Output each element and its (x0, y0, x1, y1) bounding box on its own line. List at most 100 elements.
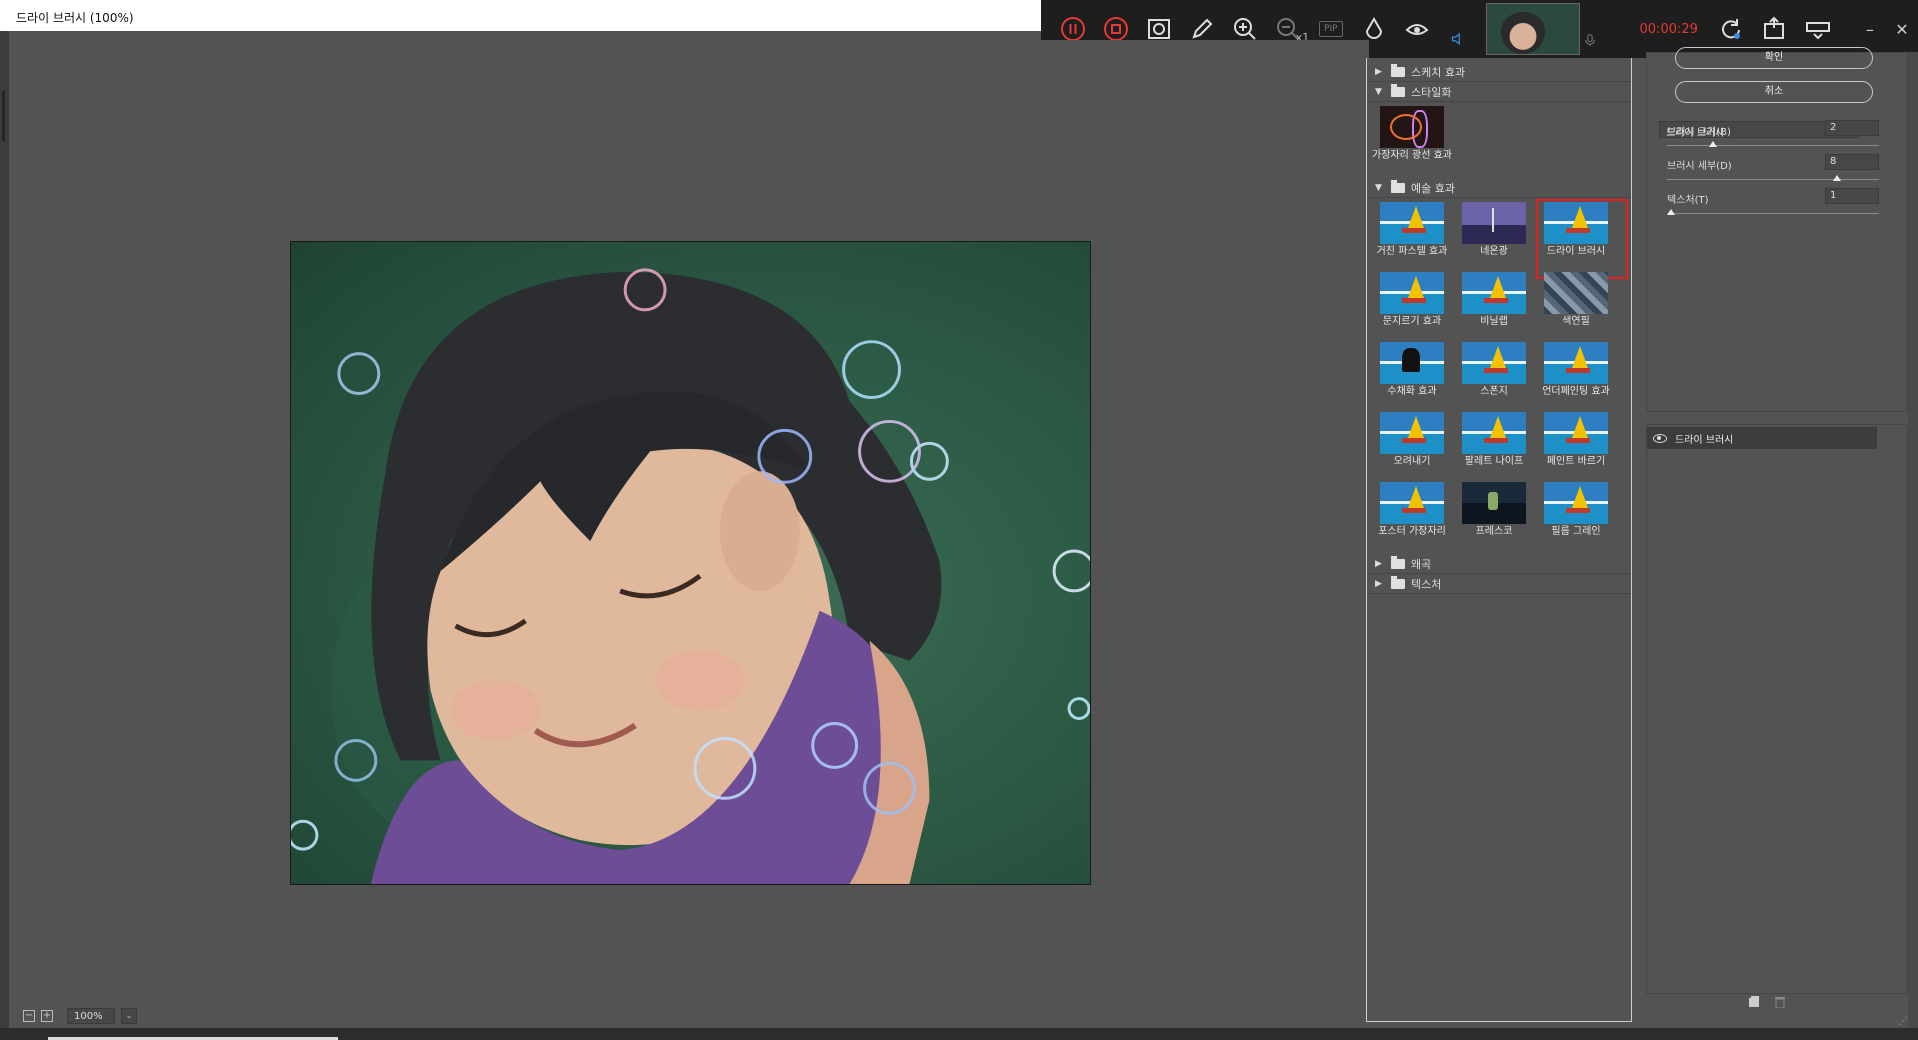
expand-down-icon: ▼ (1375, 86, 1382, 97)
expand-down-icon: ▼ (1375, 182, 1382, 193)
filter-thumbnail[interactable]: 오려내기 (1371, 412, 1453, 482)
new-layer-icon[interactable] (1748, 996, 1760, 1008)
filter-preview-image (1462, 272, 1526, 314)
filter-preview-image (1462, 412, 1526, 454)
minimize-button[interactable]: – (1854, 20, 1886, 39)
zoom-in-icon (1233, 18, 1256, 40)
trash-icon[interactable] (1774, 996, 1786, 1008)
filter-preview-image (1380, 412, 1444, 454)
cancel-button[interactable]: 취소 (1675, 81, 1873, 103)
close-button[interactable]: ✕ (1886, 20, 1918, 39)
folder-icon (1391, 575, 1405, 589)
filter-thumbnail[interactable]: 문지르기 효과 (1371, 272, 1453, 342)
resize-grip-icon[interactable]: ⋰ (1898, 1016, 1908, 1027)
filter-preview-image (1462, 202, 1526, 244)
ok-button[interactable]: 확인 (1675, 47, 1873, 69)
audio-button[interactable] (1448, 0, 1468, 58)
folder-icon (1391, 63, 1405, 77)
filter-preview-image (1544, 272, 1608, 314)
cursor-effect-icon (1365, 17, 1382, 39)
category-row[interactable]: ▼ 예술 효과 (1367, 178, 1631, 198)
status-bar: − + 100% ⌄ (9, 1004, 1369, 1028)
filter-label: 문지르기 효과 (1382, 316, 1442, 327)
category-row[interactable]: ▶ 텍스처 (1367, 574, 1631, 594)
filter-label: 거친 파스텔 효과 (1376, 246, 1448, 257)
filter-preview-image (1462, 342, 1526, 384)
filter-thumbnail[interactable]: 색연필 (1535, 272, 1617, 342)
slider-knob-icon[interactable] (1667, 209, 1675, 215)
filter-thumbnail[interactable]: 포스터 가장자리 (1371, 482, 1453, 552)
export-icon (1764, 16, 1784, 39)
folder-icon (1391, 179, 1405, 193)
zoom-level-field[interactable]: 100% (67, 1008, 115, 1024)
param-row: 브러시 세부(D) 8 (1667, 154, 1879, 191)
eye-icon[interactable] (1653, 433, 1667, 443)
filter-thumbnail[interactable]: 드라이 브러시 (1535, 199, 1628, 279)
effect-layers-panel: 드라이 브러시 (1646, 424, 1908, 994)
category-label: 스케치 효과 (1411, 65, 1466, 79)
expand-right-icon: ▶ (1375, 66, 1382, 77)
filter-thumbnail[interactable]: 스폰지 (1453, 342, 1535, 412)
zoom-out-small-button[interactable]: − (23, 1010, 35, 1022)
category-row[interactable]: ▼ 스타일화 (1367, 82, 1631, 102)
filter-label: 색연필 (1562, 316, 1590, 327)
keyboard-icon (1806, 22, 1830, 40)
param-slider-track[interactable] (1667, 145, 1879, 146)
filter-thumbnail[interactable]: 언더페인팅 효과 (1535, 342, 1617, 412)
filter-preview-image (1462, 482, 1526, 524)
param-row: 텍스처(T) 1 (1667, 188, 1879, 225)
filter-label: 가장자리 광선 효과 (1372, 150, 1452, 161)
layer-footer (1748, 996, 1786, 1008)
eye-effect-button[interactable] (1395, 0, 1438, 58)
filter-thumbnail[interactable]: 팔레트 나이프 (1453, 412, 1535, 482)
filter-label: 언더페인팅 효과 (1542, 386, 1610, 397)
category-label: 왜곡 (1411, 557, 1432, 571)
filter-thumbnail[interactable]: 페인트 바르기 (1535, 412, 1617, 482)
mic-icon (1584, 34, 1595, 46)
canvas-workspace (9, 40, 1369, 1020)
filter-preview-image (1544, 202, 1608, 244)
param-value-input[interactable]: 2 (1825, 120, 1879, 136)
effect-layer-row[interactable]: 드라이 브러시 (1647, 427, 1877, 449)
filter-thumbnail[interactable]: 네온광 (1453, 202, 1535, 272)
filter-label: 스폰지 (1480, 386, 1508, 397)
left-edge-strip (0, 31, 9, 1040)
category-row[interactable]: ▶ 스케치 효과 (1367, 62, 1631, 82)
expand-right-icon: ▶ (1375, 578, 1382, 589)
mic-button[interactable] (1580, 0, 1600, 58)
filter-preview-image (1380, 272, 1444, 314)
filter-preview-image (1544, 482, 1608, 524)
filter-label: 포스터 가장자리 (1378, 526, 1446, 537)
filter-properties-panel: 확인 취소 드라이 브러시 ⌄ 브러시 크기(B)2브러시 세부(D)8텍스처(… (1646, 47, 1908, 412)
slider-knob-icon[interactable] (1708, 141, 1717, 147)
pause-icon (1060, 17, 1085, 41)
filter-label: 비닐랩 (1480, 316, 1508, 327)
param-label: 브러시 크기(B) (1667, 127, 1731, 138)
param-slider-track[interactable] (1667, 213, 1879, 214)
pip-icon: PIP (1319, 21, 1343, 37)
filter-label: 드라이 브러시 (1546, 246, 1606, 257)
folder-icon (1391, 555, 1405, 569)
filter-thumbnail[interactable]: 가장자리 광선 효과 (1371, 106, 1453, 176)
param-value-input[interactable]: 1 (1825, 188, 1879, 204)
zoom-in-small-button[interactable]: + (41, 1010, 53, 1022)
filter-label: 필름 그레인 (1551, 526, 1601, 537)
category-label: 스타일화 (1411, 85, 1452, 99)
zoom-dropdown[interactable]: ⌄ (121, 1008, 137, 1024)
filter-label: 페인트 바르기 (1546, 456, 1606, 467)
param-label: 브러시 세부(D) (1667, 161, 1732, 172)
preview-image[interactable] (290, 241, 1091, 885)
param-value-input[interactable]: 8 (1825, 154, 1879, 170)
stop-icon (1103, 17, 1128, 41)
filter-thumbnail[interactable]: 거친 파스텔 효과 (1371, 202, 1453, 272)
filter-preview-image (1544, 342, 1608, 384)
slider-knob-icon[interactable] (1833, 175, 1842, 181)
param-slider-track[interactable] (1667, 179, 1879, 180)
filter-thumbnail[interactable]: 프레스코 (1453, 482, 1535, 552)
webcam-thumbnail[interactable] (1485, 3, 1580, 55)
filter-thumbnail[interactable]: 비닐랩 (1453, 272, 1535, 342)
category-row[interactable]: ▶ 왜곡 (1367, 554, 1631, 574)
audio-icon (1452, 32, 1461, 46)
filter-thumbnail[interactable]: 수채화 효과 (1371, 342, 1453, 412)
filter-thumbnail[interactable]: 필름 그레인 (1535, 482, 1617, 552)
